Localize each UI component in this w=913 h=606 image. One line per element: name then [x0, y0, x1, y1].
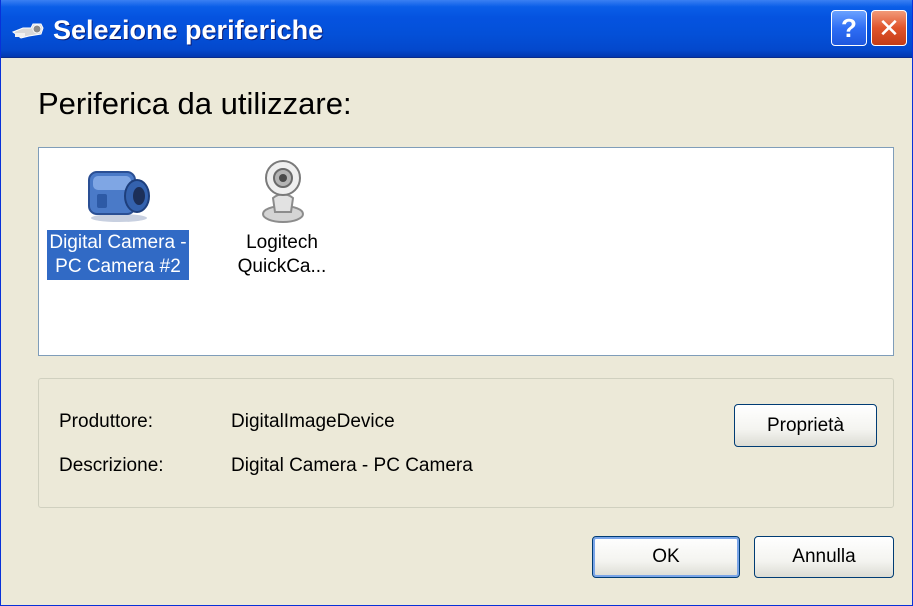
page-title: Periferica da utilizzare:: [38, 86, 352, 121]
close-icon: ✕: [878, 12, 900, 43]
close-button[interactable]: ✕: [871, 10, 907, 46]
manufacturer-label: Produttore:: [59, 411, 153, 432]
description-value: Digital Camera - PC Camera: [231, 455, 473, 476]
device-selection-dialog: Selezione periferiche ? ✕ Periferica da …: [0, 0, 913, 606]
help-icon: ?: [841, 12, 857, 43]
device-details-group: Produttore: DigitalImageDevice Descrizio…: [38, 378, 894, 508]
device-label: Digital Camera - PC Camera #2: [47, 230, 189, 280]
device-list[interactable]: Digital Camera - PC Camera #2 Logitech Q…: [38, 147, 894, 356]
ok-button[interactable]: OK: [592, 536, 740, 578]
webcam-icon: [262, 160, 304, 223]
camera-tray-icon: [11, 23, 44, 39]
manufacturer-value: DigitalImageDevice: [231, 411, 395, 432]
video-camera-icon: [88, 171, 150, 222]
window-title: Selezione periferiche: [53, 15, 324, 45]
cancel-button[interactable]: Annulla: [754, 536, 894, 578]
device-label: Logitech QuickCa...: [237, 232, 327, 277]
help-button[interactable]: ?: [831, 10, 867, 46]
device-item-logitech[interactable]: Logitech QuickCa...: [207, 148, 357, 318]
description-label: Descrizione:: [59, 455, 164, 476]
title-bar[interactable]: Selezione periferiche ? ✕: [1, 0, 912, 58]
device-item-digital-camera[interactable]: Digital Camera - PC Camera #2: [43, 148, 193, 318]
properties-button[interactable]: Proprietà: [734, 404, 877, 447]
